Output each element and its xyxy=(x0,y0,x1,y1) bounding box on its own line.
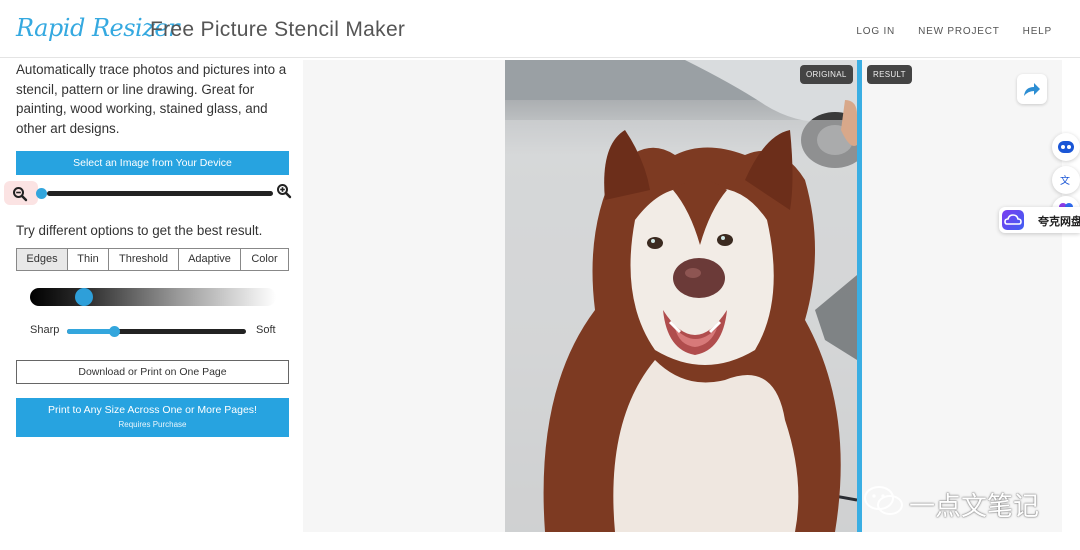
assistant-face-icon[interactable] xyxy=(1052,133,1080,161)
threshold-slider-handle[interactable] xyxy=(75,288,93,306)
intro-text: Automatically trace photos and pictures … xyxy=(16,62,287,136)
result-panel xyxy=(857,60,1062,532)
print-button-label: Print to Any Size Across One or More Pag… xyxy=(48,404,257,416)
robot-face-icon xyxy=(1058,141,1074,153)
tab-threshold[interactable]: Threshold xyxy=(109,249,179,270)
tab-adaptive[interactable]: Adaptive xyxy=(179,249,241,270)
download-print-button[interactable]: Download or Print on One Page xyxy=(16,360,289,384)
zoom-in-icon xyxy=(277,184,292,199)
cloud-drive-label: 夸克网盘 xyxy=(1038,216,1080,228)
top-nav: LOG IN NEW PROJECT HELP xyxy=(856,26,1052,37)
threshold-gradient-slider[interactable] xyxy=(30,288,276,306)
mode-tabs: Edges Thin Threshold Adaptive Color xyxy=(16,248,289,271)
header: Rapid Resizer Free Picture Stencil Maker… xyxy=(0,0,1080,58)
translate-icon: 文 xyxy=(1060,174,1070,187)
nav-help-link[interactable]: HELP xyxy=(1023,26,1052,37)
zoom-slider-track[interactable] xyxy=(47,191,273,196)
dog-photo-illustration xyxy=(505,60,857,532)
share-button[interactable] xyxy=(1017,74,1047,104)
cloud-drive-icon xyxy=(1002,210,1024,230)
tab-thin[interactable]: Thin xyxy=(68,249,109,270)
zoom-slider-handle[interactable] xyxy=(36,188,47,199)
translate-button[interactable]: 文 xyxy=(1052,166,1080,194)
nav-new-project-link[interactable]: NEW PROJECT xyxy=(918,26,1000,37)
sharpness-slider-track[interactable] xyxy=(67,329,246,334)
original-badge: ORIGINAL xyxy=(800,65,853,84)
sharpness-slider-fill xyxy=(67,329,112,334)
result-badge: RESULT xyxy=(867,65,912,84)
watermark: 一点文笔记 xyxy=(862,484,1039,522)
soft-label: Soft xyxy=(256,324,276,336)
options-hint: Try different options to get the best re… xyxy=(16,223,263,238)
nav-login-link[interactable]: LOG IN xyxy=(856,26,895,37)
zoom-in-button[interactable] xyxy=(276,183,294,201)
original-photo xyxy=(505,60,857,532)
tab-edges[interactable]: Edges xyxy=(17,249,68,270)
cloud-drive-badge[interactable]: 夸克网盘 xyxy=(999,207,1080,233)
zoom-out-button[interactable] xyxy=(4,181,38,205)
sidebar: Automatically trace photos and pictures … xyxy=(4,60,292,437)
svg-text:文: 文 xyxy=(1060,174,1070,187)
wechat-icon xyxy=(864,486,903,515)
tab-color[interactable]: Color xyxy=(241,249,288,270)
zoom-out-icon xyxy=(13,187,28,202)
sharp-label: Sharp xyxy=(30,324,60,336)
compare-divider-handle[interactable] xyxy=(857,60,862,532)
share-arrow-icon xyxy=(1024,83,1040,96)
print-button-sublabel: Requires Purchase xyxy=(118,420,187,429)
sharpness-slider-handle[interactable] xyxy=(109,326,120,337)
zoom-control xyxy=(4,179,294,207)
print-any-size-button[interactable]: Print to Any Size Across One or More Pag… xyxy=(16,398,289,437)
watermark-text: 一点文笔记 xyxy=(909,492,1040,522)
image-workspace: ORIGINAL RESULT xyxy=(303,60,1062,532)
select-image-button[interactable]: Select an Image from Your Device xyxy=(16,151,289,175)
page-title: Free Picture Stencil Maker xyxy=(150,18,406,41)
